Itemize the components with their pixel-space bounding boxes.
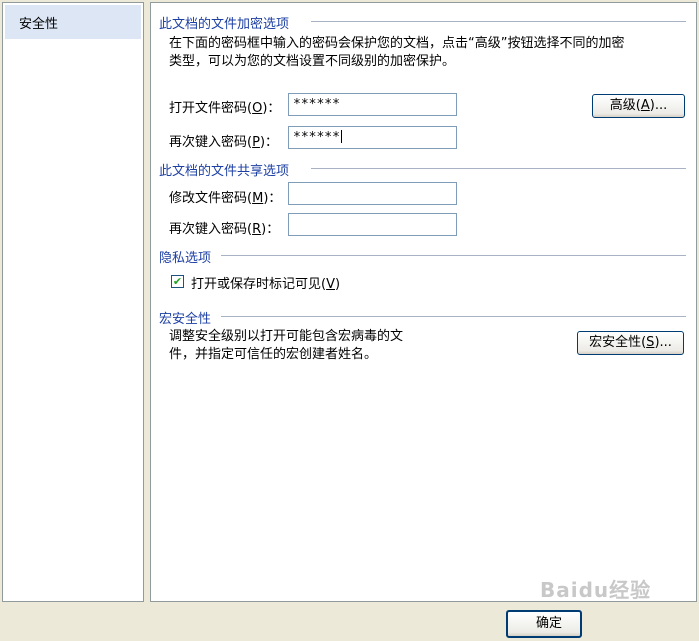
encryption-section-title: 此文档的文件加密选项	[159, 13, 294, 32]
visible-markup-checkbox[interactable]: ✔	[171, 275, 184, 288]
macro-security-accesskey: S	[646, 335, 655, 350]
open-password-label: 打开文件密码(O)：	[169, 101, 281, 116]
visible-markup-accesskey: V	[326, 277, 335, 292]
modify-password-accesskey: M	[252, 191, 264, 206]
watermark-text: Baidu经验	[540, 578, 652, 602]
section-divider	[311, 168, 686, 169]
reenter-password-accesskey: P	[252, 135, 260, 150]
baidu-watermark: Baidu经验	[540, 574, 680, 604]
check-icon: ✔	[172, 275, 183, 288]
sidebar-item-security[interactable]: 安全性	[5, 5, 141, 39]
category-sidebar: 安全性	[2, 2, 144, 602]
modify-password-field[interactable]	[288, 182, 457, 205]
visible-markup-label[interactable]: 打开或保存时标记可见(V)	[191, 273, 340, 292]
sharing-reenter-accesskey: R	[252, 222, 262, 237]
sidebar-item-label: 安全性	[19, 17, 59, 32]
advanced-button[interactable]: 高级(A)...	[592, 94, 685, 118]
encryption-desc-line2: 类型，可以为您的文档设置不同级别的加密保护。	[169, 54, 456, 69]
reenter-password-label: 再次键入密码(P)：	[169, 135, 279, 150]
sharing-reenter-label-text: 再次键入密码	[169, 222, 248, 237]
visible-markup-label-text: 打开或保存时标记可见	[191, 277, 322, 292]
sharing-reenter-password-label: 再次键入密码(R)：	[169, 222, 280, 237]
sharing-reenter-password-field[interactable]	[288, 213, 457, 236]
privacy-section-title: 隐私选项	[159, 247, 216, 266]
macro-section-title: 宏安全性	[159, 308, 216, 327]
encryption-desc-line1: 在下面的密码框中输入的密码会保护您的文档，点击“高级”按钮选择不同的加密	[169, 36, 625, 51]
macro-description: 调整安全级别以打开可能包含宏病毒的文 件，并指定可信任的宏创建者姓名。	[169, 328, 403, 364]
section-divider	[221, 316, 686, 317]
reenter-password-label-text: 再次键入密码	[169, 135, 248, 150]
advanced-button-label: 高级	[609, 98, 636, 113]
macro-security-button-label: 宏安全性	[589, 335, 642, 350]
modify-password-label: 修改文件密码(M)：	[169, 191, 282, 206]
open-password-value: ******	[293, 97, 340, 112]
reenter-password-value: ******	[293, 130, 340, 145]
open-password-label-text: 打开文件密码	[169, 101, 248, 116]
reenter-password-field[interactable]: ******	[288, 126, 457, 149]
macro-desc-line1: 调整安全级别以打开可能包含宏病毒的文	[169, 329, 404, 344]
section-divider	[311, 21, 686, 22]
open-password-accesskey: O	[252, 101, 263, 116]
modify-password-label-text: 修改文件密码	[169, 191, 248, 206]
ok-button[interactable]: 确定	[506, 610, 582, 638]
sharing-section-title: 此文档的文件共享选项	[159, 160, 294, 179]
section-divider	[221, 255, 686, 256]
encryption-description: 在下面的密码框中输入的密码会保护您的文档，点击“高级”按钮选择不同的加密 类型，…	[169, 35, 624, 71]
open-password-field[interactable]: ******	[288, 93, 457, 116]
ok-button-label: 确定	[536, 616, 563, 631]
macro-security-button[interactable]: 宏安全性(S)...	[577, 331, 684, 355]
macro-desc-line2: 件，并指定可信任的宏创建者姓名。	[169, 347, 378, 362]
security-panel: 此文档的文件加密选项 在下面的密码框中输入的密码会保护您的文档，点击“高级”按钮…	[150, 2, 697, 602]
text-caret	[340, 130, 342, 143]
advanced-accesskey: A	[640, 98, 650, 113]
